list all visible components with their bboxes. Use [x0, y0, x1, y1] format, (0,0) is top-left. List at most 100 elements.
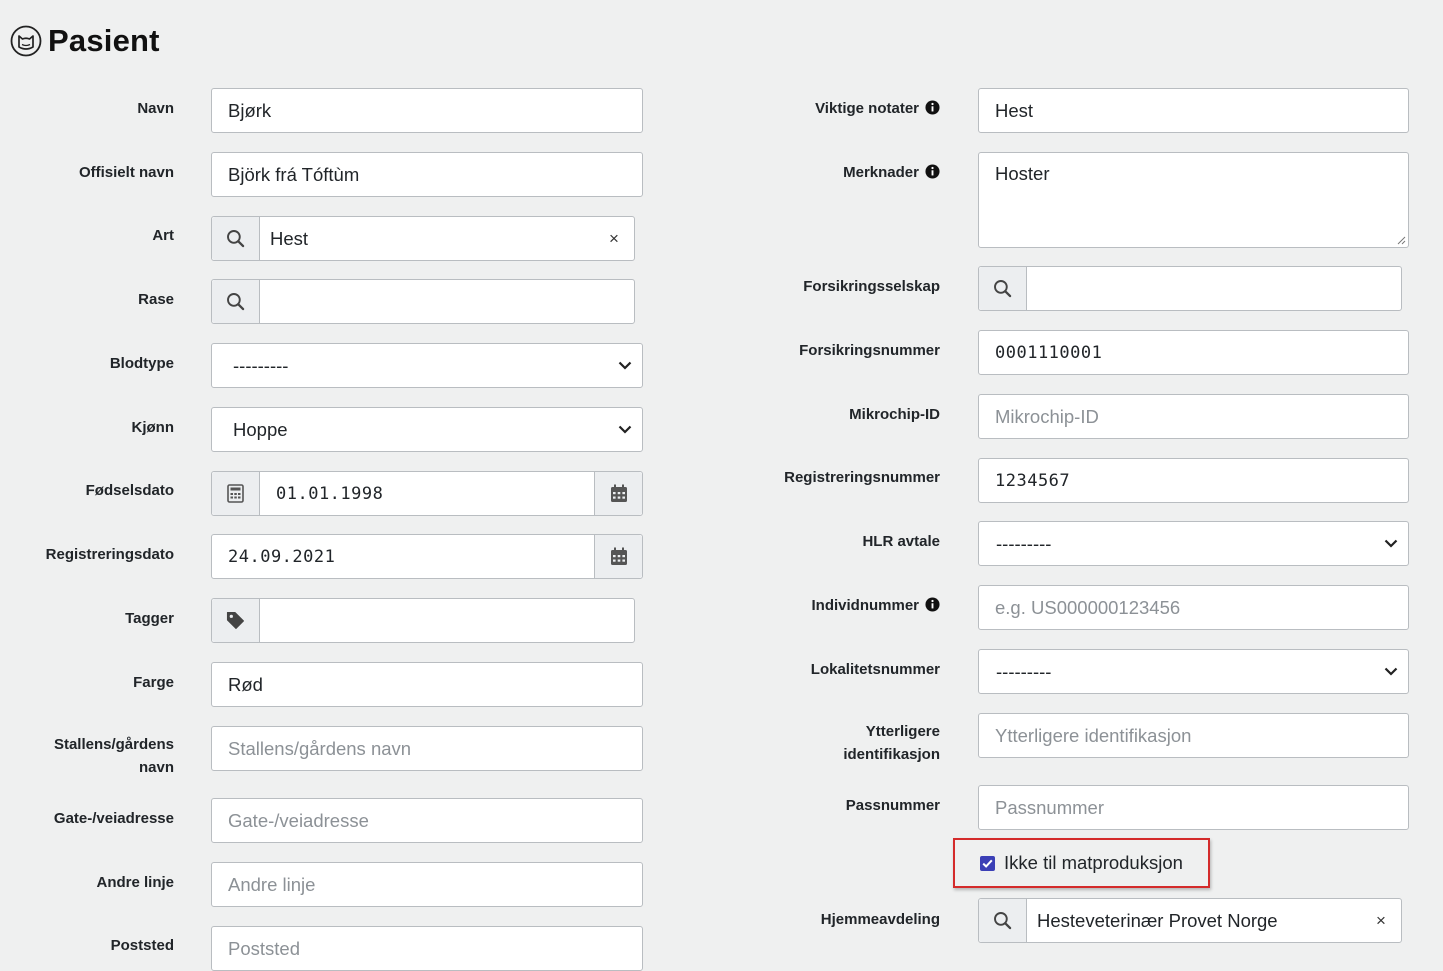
registreringsnummer-input[interactable]: 1234567 — [978, 458, 1409, 503]
label-passnummer: Passnummer — [845, 797, 940, 814]
forsikringsnummer-input[interactable]: 0001110001 — [978, 330, 1409, 375]
label-forsikringsselskap: Forsikringsselskap — [803, 278, 940, 295]
chevron-down-icon — [608, 425, 642, 434]
forsikringsnummer-value: 0001110001 — [995, 342, 1103, 363]
label-navn: Navn — [137, 100, 174, 117]
individnummer-placeholder: e.g. US000000123456 — [995, 596, 1181, 618]
andre-linje-input[interactable]: Andre linje — [211, 862, 643, 907]
kjonn-select[interactable]: Hoppe — [211, 407, 643, 452]
chevron-down-icon — [1374, 539, 1408, 548]
hlr-avtale-value: --------- — [996, 532, 1052, 554]
tagger-input[interactable] — [211, 598, 635, 643]
cat-icon — [10, 25, 42, 57]
poststed-input[interactable]: Poststed — [211, 926, 643, 971]
label-offisielt-navn: Offisielt navn — [78, 164, 174, 181]
individnummer-input[interactable]: e.g. US000000123456 — [978, 585, 1409, 630]
registreringsdato-value: 24.09.2021 — [228, 546, 336, 567]
forsikringsselskap-autocomplete[interactable] — [978, 266, 1402, 311]
label-stallens-navn: Stallens/gårdens navn — [53, 736, 174, 776]
blodtype-select[interactable]: --------- — [211, 343, 643, 388]
label-farge: Farge — [133, 674, 174, 691]
label-merknader-text: Merknader — [843, 164, 919, 181]
label-blodtype: Blodtype — [109, 355, 174, 372]
farge-value: Rød — [228, 673, 263, 695]
search-icon[interactable] — [979, 267, 1027, 310]
fodselsdato-value: 01.01.1998 — [276, 483, 384, 504]
label-viktige-notater: Viktige notater — [740, 97, 940, 120]
label-registreringsdato: Registreringsdato — [45, 546, 174, 563]
art-clear-button[interactable]: × — [594, 229, 634, 249]
info-icon[interactable] — [925, 164, 940, 179]
label-tagger: Tagger — [125, 610, 174, 627]
label-individnummer: Individnummer — [740, 594, 940, 617]
registreringsdato-input[interactable]: 24.09.2021 — [211, 534, 643, 579]
art-value: Hest — [270, 227, 309, 249]
calendar-icon[interactable] — [594, 472, 642, 515]
offisielt-navn-value: Björk frá Tóftùm — [228, 163, 360, 185]
check-icon — [982, 859, 993, 868]
viktige-notater-input[interactable]: Hest — [978, 88, 1409, 133]
label-gate-veiadresse: Gate-/veiadresse — [53, 810, 174, 827]
info-icon[interactable] — [925, 100, 940, 115]
page-header: Pasient — [10, 22, 160, 60]
label-rase: Rase — [138, 291, 174, 308]
rase-autocomplete[interactable] — [211, 279, 635, 324]
lokalitetsnummer-value: --------- — [996, 660, 1052, 682]
label-forsikringsnummer: Forsikringsnummer — [799, 342, 940, 359]
label-registreringsnummer: Registreringsnummer — [784, 469, 940, 486]
andre-linje-placeholder: Andre linje — [228, 873, 316, 895]
label-fodselsdato: Fødselsdato — [85, 482, 174, 499]
offisielt-navn-input[interactable]: Björk frá Tóftùm — [211, 152, 643, 197]
registreringsnummer-value: 1234567 — [995, 470, 1071, 491]
label-hjemmeavdeling: Hjemmeavdeling — [820, 911, 940, 928]
merknader-value: Hoster — [995, 163, 1050, 184]
mikrochip-id-input[interactable]: Mikrochip-ID — [978, 394, 1409, 439]
ytterligere-identifikasjon-placeholder: Ytterligere identifikasjon — [995, 724, 1192, 746]
search-icon[interactable] — [212, 280, 260, 323]
lokalitetsnummer-select[interactable]: --------- — [978, 649, 1409, 694]
hjemmeavdeling-autocomplete[interactable]: Hesteveterinær Provet Norge × — [978, 898, 1402, 943]
label-art: Art — [152, 227, 174, 244]
merknader-textarea[interactable]: Hoster — [978, 152, 1409, 248]
ikke-til-matproduksjon-checkbox-wrapper: Ikke til matproduksjon — [953, 838, 1210, 888]
hjemmeavdeling-value: Hesteveterinær Provet Norge — [1037, 909, 1278, 931]
passnummer-placeholder: Passnummer — [995, 796, 1104, 818]
label-ytterligere-identifikasjon: Ytterligere identifikasjon — [843, 723, 940, 763]
label-poststed: Poststed — [110, 937, 174, 954]
navn-value: Bjørk — [228, 99, 272, 121]
chevron-down-icon — [608, 361, 642, 370]
fodselsdato-input[interactable]: 01.01.1998 — [211, 471, 643, 516]
gate-veiadresse-input[interactable]: Gate-/veiadresse — [211, 798, 643, 843]
ikke-til-matproduksjon-checkbox[interactable] — [980, 855, 995, 871]
search-icon[interactable] — [979, 899, 1027, 942]
tag-icon — [212, 599, 260, 642]
label-hlr-avtale: HLR avtale — [862, 533, 940, 550]
chevron-down-icon — [1374, 667, 1408, 676]
viktige-notater-value: Hest — [995, 99, 1034, 121]
stallens-navn-input[interactable]: Stallens/gårdens navn — [211, 726, 643, 771]
label-lokalitetsnummer: Lokalitetsnummer — [810, 661, 940, 678]
art-autocomplete[interactable]: Hest × — [211, 216, 635, 261]
hjemmeavdeling-clear-button[interactable]: × — [1361, 911, 1401, 931]
resize-handle-icon[interactable] — [1397, 236, 1406, 245]
navn-input[interactable]: Bjørk — [211, 88, 643, 133]
kjonn-value: Hoppe — [233, 418, 288, 440]
ikke-til-matproduksjon-label[interactable]: Ikke til matproduksjon — [1004, 852, 1183, 874]
blodtype-value: --------- — [233, 354, 289, 376]
calculator-icon[interactable] — [212, 472, 260, 515]
info-icon[interactable] — [925, 597, 940, 612]
search-icon[interactable] — [212, 217, 260, 260]
ytterligere-identifikasjon-input[interactable]: Ytterligere identifikasjon — [978, 713, 1409, 758]
label-merknader: Merknader — [740, 161, 940, 184]
label-viktige-notater-text: Viktige notater — [815, 100, 919, 117]
calendar-icon[interactable] — [594, 535, 642, 578]
label-individnummer-text: Individnummer — [811, 597, 919, 614]
stallens-navn-placeholder: Stallens/gårdens navn — [228, 737, 412, 759]
passnummer-input[interactable]: Passnummer — [978, 785, 1409, 830]
mikrochip-id-placeholder: Mikrochip-ID — [995, 405, 1099, 427]
poststed-placeholder: Poststed — [228, 937, 300, 959]
label-andre-linje: Andre linje — [96, 874, 174, 891]
farge-input[interactable]: Rød — [211, 662, 643, 707]
page-title: Pasient — [48, 23, 160, 58]
hlr-avtale-select[interactable]: --------- — [978, 521, 1409, 566]
